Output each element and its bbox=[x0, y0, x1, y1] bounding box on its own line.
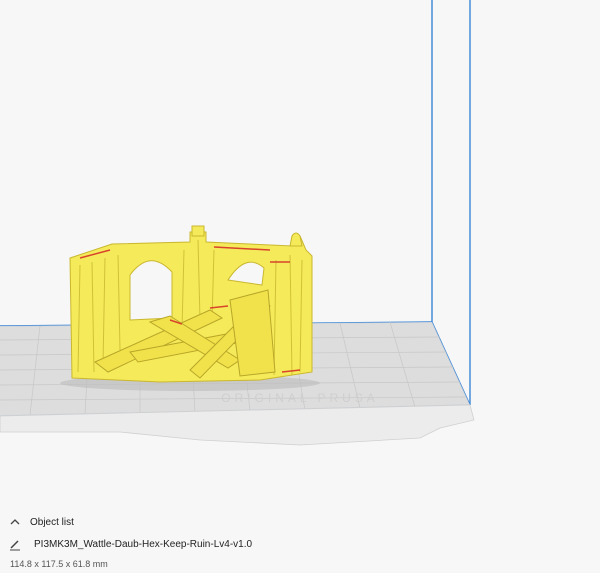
3d-viewport[interactable]: ORIGINAL PRUSA bbox=[0, 0, 600, 505]
build-scene: ORIGINAL PRUSA bbox=[0, 0, 475, 446]
object-dimensions: 114.8 x 117.5 x 61.8 mm bbox=[10, 559, 108, 569]
object-list-item[interactable]: PI3MK3M_Wattle-Daub-Hex-Keep-Ruin-Lv4-v1… bbox=[8, 537, 252, 551]
chevron-up-icon bbox=[8, 515, 22, 529]
object-file-name: PI3MK3M_Wattle-Daub-Hex-Keep-Ruin-Lv4-v1… bbox=[34, 538, 253, 550]
object-list-label: Object list bbox=[30, 516, 74, 528]
object-list-panel: Object list PI3MK3M_Wattle-Daub-Hex-Keep… bbox=[0, 505, 600, 573]
3d-model-keep-ruin[interactable] bbox=[60, 225, 320, 391]
plate-logo: ORIGINAL PRUSA bbox=[221, 391, 379, 405]
object-list-toggle[interactable]: Object list bbox=[8, 515, 74, 529]
pencil-icon[interactable] bbox=[8, 537, 22, 551]
